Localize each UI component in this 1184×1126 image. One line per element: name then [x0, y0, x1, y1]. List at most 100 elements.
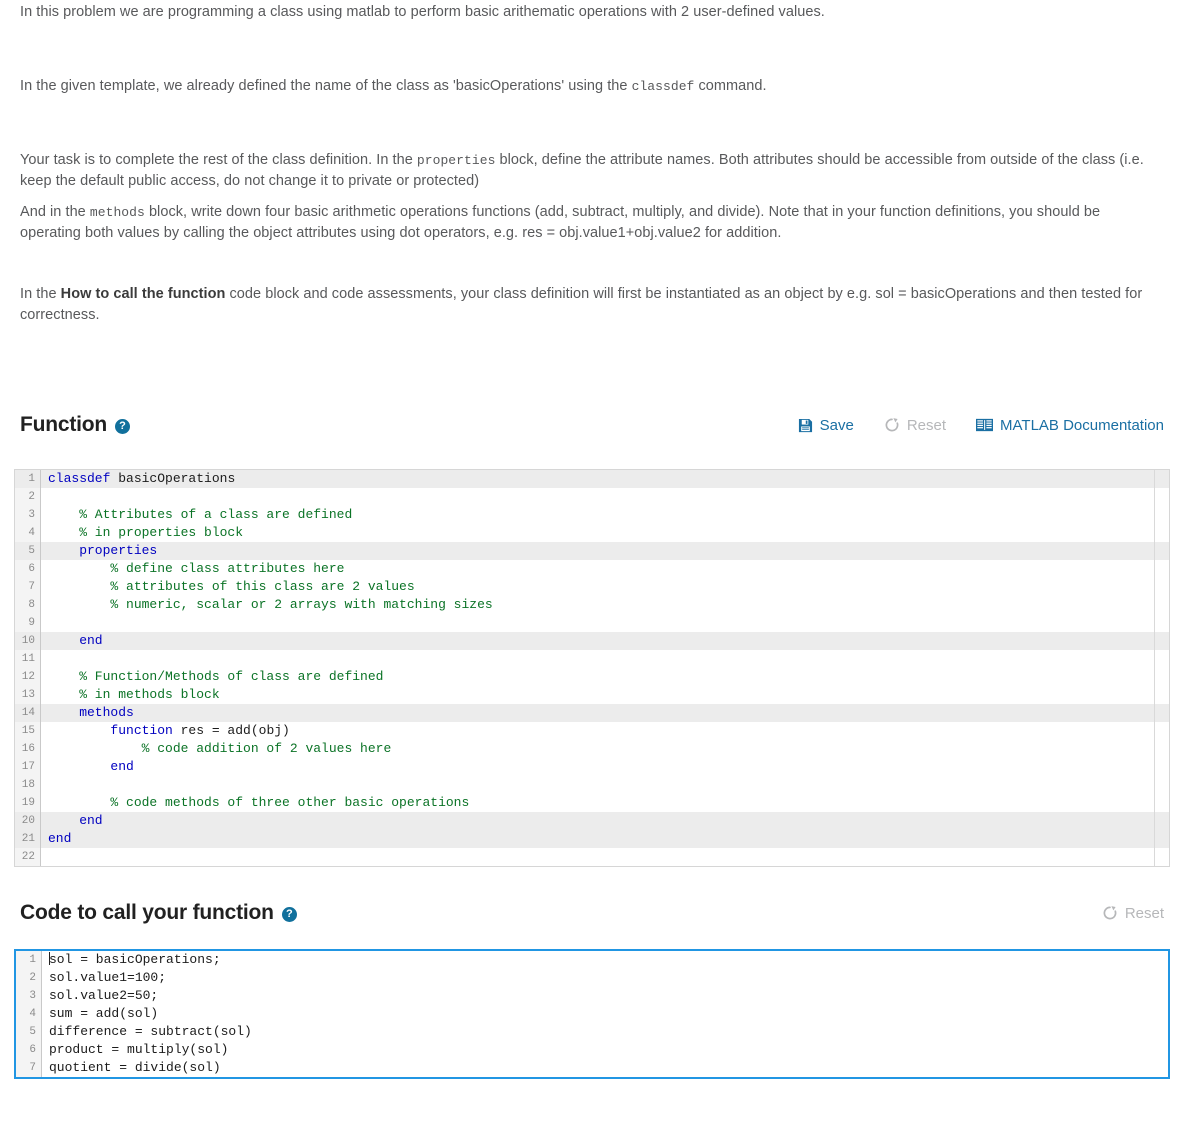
function-editor-wrap: 1 classdef basicOperations 2 3 % Attributes…: [0, 469, 1184, 867]
code-text[interactable]: % code addition of 2 values here: [41, 740, 1169, 758]
code-line[interactable]: 5 properties: [15, 542, 1169, 560]
line-number: 10: [15, 632, 41, 650]
code-text[interactable]: function res = add(obj): [41, 722, 1169, 740]
line-number: 3: [15, 506, 41, 524]
code-line[interactable]: 2 sol.value1=100;: [16, 969, 1168, 987]
code-text[interactable]: % Attributes of a class are defined: [41, 506, 1169, 524]
page-title: Function: [20, 413, 108, 436]
code-token: % Function/Methods of class are defined: [48, 669, 384, 684]
code-text[interactable]: % Function/Methods of class are defined: [41, 668, 1169, 686]
code-text[interactable]: sol.value1=100;: [42, 969, 1168, 987]
code-text[interactable]: [41, 848, 1169, 866]
code-text[interactable]: end: [41, 830, 1169, 848]
code-line[interactable]: 20 end: [15, 812, 1169, 830]
code-line[interactable]: 7 quotient = divide(sol): [16, 1059, 1168, 1077]
call-code-rows: 1 sol = basicOperations; 2 sol.value1=100; 3…: [16, 951, 1168, 1077]
code-line[interactable]: 7 % attributes of this class are 2 value…: [15, 578, 1169, 596]
code-line[interactable]: 1 classdef basicOperations: [15, 470, 1169, 488]
line-number: 6: [15, 560, 41, 578]
code-text[interactable]: end: [41, 812, 1169, 830]
line-number: 3: [16, 987, 42, 1005]
paragraph-text: In this problem we are programming a cla…: [20, 4, 825, 20]
call-section-header: Code to call your function ? Reset: [0, 898, 1184, 928]
question-circle-icon[interactable]: ?: [115, 418, 131, 434]
code-text[interactable]: end: [41, 758, 1169, 776]
code-line[interactable]: 14 methods: [15, 704, 1169, 722]
code-text[interactable]: % code methods of three other basic oper…: [41, 794, 1169, 812]
code-line[interactable]: 18: [15, 776, 1169, 794]
code-text[interactable]: [41, 776, 1169, 794]
code-text[interactable]: end: [41, 632, 1169, 650]
line-number: 13: [15, 686, 41, 704]
inline-code: properties: [416, 153, 496, 168]
code-line[interactable]: 15 function res = add(obj): [15, 722, 1169, 740]
paragraph-text: command.: [694, 78, 767, 94]
code-text[interactable]: quotient = divide(sol): [42, 1059, 1168, 1077]
code-text[interactable]: classdef basicOperations: [41, 470, 1169, 488]
line-number: 18: [15, 776, 41, 794]
paragraph-text: block, write down four basic arithmetic …: [20, 204, 1101, 241]
code-line[interactable]: 16 % code addition of 2 values here: [15, 740, 1169, 758]
code-token: quotient = divide(sol): [49, 1060, 221, 1075]
code-line[interactable]: 3 sol.value2=50;: [16, 987, 1168, 1005]
line-number: 7: [16, 1059, 42, 1077]
line-number: 4: [16, 1005, 42, 1023]
code-token: % in methods block: [48, 687, 220, 702]
line-number: 1: [16, 951, 42, 969]
code-line[interactable]: 6 product = multiply(sol): [16, 1041, 1168, 1059]
code-text[interactable]: methods: [41, 704, 1169, 722]
code-text[interactable]: % define class attributes here: [41, 560, 1169, 578]
code-token: % attributes of this class are 2 values: [48, 579, 415, 594]
call-reset-button[interactable]: Reset: [1102, 905, 1164, 922]
code-line[interactable]: 17 end: [15, 758, 1169, 776]
code-line[interactable]: 11: [15, 650, 1169, 668]
editor-right-margin-rule: [1154, 470, 1155, 866]
function-code-editor[interactable]: 1 classdef basicOperations 2 3 % Attributes…: [14, 469, 1170, 867]
line-number: 14: [15, 704, 41, 722]
code-text[interactable]: % in methods block: [41, 686, 1169, 704]
call-code-editor[interactable]: 1 sol = basicOperations; 2 sol.value1=100; 3…: [14, 949, 1170, 1079]
code-line[interactable]: 22: [15, 848, 1169, 866]
code-line[interactable]: 12 % Function/Methods of class are defin…: [15, 668, 1169, 686]
code-token: basicOperations: [110, 471, 236, 486]
code-line[interactable]: 2: [15, 488, 1169, 506]
emphasis-text: How to call the function: [60, 286, 226, 302]
code-text[interactable]: sum = add(sol): [42, 1005, 1168, 1023]
function-reset-button[interactable]: Reset: [884, 417, 946, 434]
code-line[interactable]: 4 sum = add(sol): [16, 1005, 1168, 1023]
code-line[interactable]: 8 % numeric, scalar or 2 arrays with mat…: [15, 596, 1169, 614]
code-line[interactable]: 6 % define class attributes here: [15, 560, 1169, 578]
code-text[interactable]: [41, 614, 1169, 632]
save-button[interactable]: Save: [798, 417, 854, 434]
line-number: 7: [15, 578, 41, 596]
code-text[interactable]: sol = basicOperations;: [42, 951, 1168, 969]
line-number: 4: [15, 524, 41, 542]
code-text[interactable]: properties: [41, 542, 1169, 560]
question-circle-icon[interactable]: ?: [281, 906, 297, 922]
book-icon: [976, 418, 994, 432]
refresh-icon: [884, 417, 900, 433]
code-line[interactable]: 1 sol = basicOperations;: [16, 951, 1168, 969]
code-text[interactable]: % in properties block: [41, 524, 1169, 542]
code-line[interactable]: 21 end: [15, 830, 1169, 848]
code-line[interactable]: 3 % Attributes of a class are defined: [15, 506, 1169, 524]
code-line[interactable]: 19 % code methods of three other basic o…: [15, 794, 1169, 812]
code-line[interactable]: 5 difference = subtract(sol): [16, 1023, 1168, 1041]
code-text[interactable]: [41, 488, 1169, 506]
call-section-title: Code to call your function: [20, 901, 274, 924]
code-line[interactable]: 9: [15, 614, 1169, 632]
matlab-documentation-button[interactable]: MATLAB Documentation: [976, 417, 1164, 434]
code-text[interactable]: % attributes of this class are 2 values: [41, 578, 1169, 596]
code-text[interactable]: sol.value2=50;: [42, 987, 1168, 1005]
code-line[interactable]: 10 end: [15, 632, 1169, 650]
save-button-label: Save: [819, 416, 854, 434]
code-text[interactable]: product = multiply(sol): [42, 1041, 1168, 1059]
code-line[interactable]: 4 % in properties block: [15, 524, 1169, 542]
refresh-icon: [1102, 905, 1118, 921]
line-number: 19: [15, 794, 41, 812]
line-number: 5: [16, 1023, 42, 1041]
code-text[interactable]: difference = subtract(sol): [42, 1023, 1168, 1041]
code-text[interactable]: [41, 650, 1169, 668]
code-text[interactable]: % numeric, scalar or 2 arrays with match…: [41, 596, 1169, 614]
code-line[interactable]: 13 % in methods block: [15, 686, 1169, 704]
